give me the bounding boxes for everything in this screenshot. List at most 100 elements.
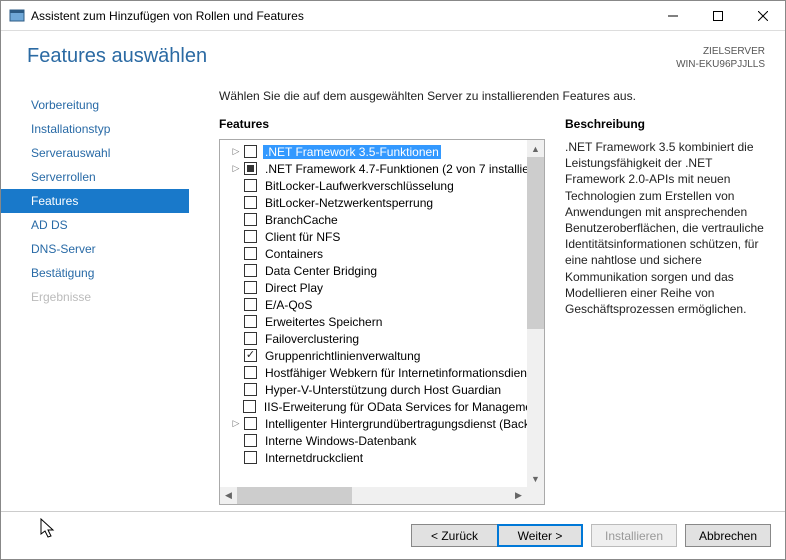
target-server-label: ZIELSERVER <box>676 45 765 58</box>
feature-checkbox[interactable] <box>244 383 257 396</box>
step-vorbereitung[interactable]: Vorbereitung <box>1 93 189 117</box>
hscroll-thumb[interactable] <box>237 487 352 504</box>
feature-row[interactable]: Internetdruckclient <box>220 449 544 466</box>
feature-row[interactable]: Hyper-V-Unterstützung durch Host Guardia… <box>220 381 544 398</box>
minimize-button[interactable] <box>650 1 695 31</box>
feature-row[interactable]: Client für NFS <box>220 228 544 245</box>
feature-label[interactable]: IIS-Erweiterung für OData Services for M… <box>262 400 544 414</box>
feature-row[interactable]: Containers <box>220 245 544 262</box>
wizard-steps-sidebar: Vorbereitung Installationstyp Serverausw… <box>1 89 189 505</box>
features-heading: Features <box>219 117 545 131</box>
description-column: Beschreibung .NET Framework 3.5 kombinie… <box>565 117 765 505</box>
feature-checkbox[interactable] <box>244 230 257 243</box>
expander-icon[interactable]: ▷ <box>230 418 242 429</box>
feature-row[interactable]: ▷ .NET Framework 3.5-Funktionen <box>220 143 544 160</box>
expander-icon[interactable]: ▷ <box>230 163 242 174</box>
feature-label[interactable]: Containers <box>263 247 325 261</box>
feature-row[interactable]: Data Center Bridging <box>220 262 544 279</box>
feature-checkbox[interactable] <box>244 298 257 311</box>
vscroll-track[interactable] <box>527 157 544 470</box>
feature-row[interactable]: Failoverclustering <box>220 330 544 347</box>
feature-checkbox[interactable] <box>244 247 257 260</box>
scroll-down-arrow-icon[interactable]: ▼ <box>527 470 544 487</box>
feature-checkbox[interactable] <box>244 332 257 345</box>
feature-row[interactable]: Hostfähiger Webkern für Internetinformat… <box>220 364 544 381</box>
vertical-scrollbar[interactable]: ▲ ▼ <box>527 140 544 487</box>
feature-label[interactable]: .NET Framework 4.7-Funktionen (2 von 7 i… <box>263 162 542 176</box>
feature-label[interactable]: Failoverclustering <box>263 332 361 346</box>
expander-icon[interactable]: ▷ <box>230 146 242 157</box>
step-dns[interactable]: DNS-Server <box>1 237 189 261</box>
feature-label[interactable]: Data Center Bridging <box>263 264 379 278</box>
features-column: Features ▷.NET Framework 3.5-Funktionen▷… <box>219 117 545 505</box>
feature-checkbox[interactable] <box>244 162 257 175</box>
feature-row[interactable]: BitLocker-Laufwerkverschlüsselung <box>220 177 544 194</box>
description-heading: Beschreibung <box>565 117 765 131</box>
feature-label[interactable]: E/A-QoS <box>263 298 314 312</box>
install-button: Installieren <box>591 524 677 547</box>
step-installationstyp[interactable]: Installationstyp <box>1 117 189 141</box>
scroll-right-arrow-icon[interactable]: ▶ <box>510 487 527 504</box>
columns: Features ▷.NET Framework 3.5-Funktionen▷… <box>189 117 765 505</box>
feature-label[interactable]: Intelligenter Hintergrundübertragungsdie… <box>263 417 532 431</box>
feature-checkbox[interactable] <box>243 400 256 413</box>
feature-label[interactable]: BitLocker-Netzwerkentsperrung <box>263 196 435 210</box>
wizard-window: Assistent zum Hinzufügen von Rollen und … <box>0 0 786 560</box>
feature-label[interactable]: Erweitertes Speichern <box>263 315 384 329</box>
feature-checkbox[interactable] <box>244 366 257 379</box>
feature-label[interactable]: BitLocker-Laufwerkverschlüsselung <box>263 179 456 193</box>
feature-row[interactable]: Interne Windows-Datenbank <box>220 432 544 449</box>
horizontal-scrollbar[interactable]: ◀ ▶ <box>220 487 544 504</box>
feature-checkbox[interactable] <box>244 451 257 464</box>
feature-row[interactable]: BranchCache <box>220 211 544 228</box>
feature-checkbox[interactable] <box>244 264 257 277</box>
feature-row[interactable]: Erweitertes Speichern <box>220 313 544 330</box>
feature-row[interactable]: ▷ .NET Framework 4.7-Funktionen (2 von 7 … <box>220 160 544 177</box>
feature-row[interactable]: IIS-Erweiterung für OData Services for M… <box>220 398 544 415</box>
feature-row[interactable]: BitLocker-Netzwerkentsperrung <box>220 194 544 211</box>
step-ergebnisse: Ergebnisse <box>1 285 189 309</box>
target-server-info: ZIELSERVER WIN-EKU96PJJLLS <box>676 45 765 71</box>
feature-label[interactable]: Direct Play <box>263 281 325 295</box>
vscroll-thumb[interactable] <box>527 157 544 329</box>
maximize-button[interactable] <box>695 1 740 31</box>
scroll-left-arrow-icon[interactable]: ◀ <box>220 487 237 504</box>
feature-label[interactable]: Client für NFS <box>263 230 342 244</box>
feature-checkbox[interactable] <box>244 281 257 294</box>
feature-label[interactable]: BranchCache <box>263 213 340 227</box>
back-button[interactable]: < Zurück <box>411 524 497 547</box>
feature-label[interactable]: .NET Framework 3.5-Funktionen <box>263 145 441 159</box>
feature-checkbox[interactable] <box>244 213 257 226</box>
nav-button-pair: < Zurück Weiter > <box>411 524 583 547</box>
step-bestaetigung[interactable]: Bestätigung <box>1 261 189 285</box>
scroll-up-arrow-icon[interactable]: ▲ <box>527 140 544 157</box>
step-serverrollen[interactable]: Serverrollen <box>1 165 189 189</box>
step-serverauswahl[interactable]: Serverauswahl <box>1 141 189 165</box>
feature-checkbox[interactable] <box>244 196 257 209</box>
cancel-button[interactable]: Abbrechen <box>685 524 771 547</box>
feature-checkbox[interactable] <box>244 417 257 430</box>
feature-checkbox[interactable] <box>244 349 257 362</box>
feature-label[interactable]: Internetdruckclient <box>263 451 365 465</box>
step-features[interactable]: Features <box>1 189 189 213</box>
feature-checkbox[interactable] <box>244 315 257 328</box>
feature-row[interactable]: Gruppenrichtlinienverwaltung <box>220 347 544 364</box>
feature-label[interactable]: Hostfähiger Webkern für Internetinformat… <box>263 366 529 380</box>
feature-row[interactable]: ▷ Intelligenter Hintergrundübertragungsdi… <box>220 415 544 432</box>
features-tree-inner[interactable]: ▷ .NET Framework 3.5-Funktionen ▷ .NET Fram… <box>220 140 544 487</box>
wizard-header: Features auswählen ZIELSERVER WIN-EKU96P… <box>1 31 785 81</box>
feature-label[interactable]: Hyper-V-Unterstützung durch Host Guardia… <box>263 383 503 397</box>
feature-checkbox[interactable] <box>244 434 257 447</box>
next-button[interactable]: Weiter > <box>497 524 583 547</box>
feature-label[interactable]: Interne Windows-Datenbank <box>263 434 418 448</box>
feature-checkbox[interactable] <box>244 179 257 192</box>
wizard-footer: < Zurück Weiter > Installieren Abbrechen <box>1 511 785 559</box>
app-icon <box>9 8 25 24</box>
feature-row[interactable]: E/A-QoS <box>220 296 544 313</box>
feature-checkbox[interactable] <box>244 145 257 158</box>
feature-row[interactable]: Direct Play <box>220 279 544 296</box>
hscroll-track[interactable] <box>237 487 510 504</box>
step-adds[interactable]: AD DS <box>1 213 189 237</box>
feature-label[interactable]: Gruppenrichtlinienverwaltung <box>263 349 422 363</box>
close-button[interactable] <box>740 1 785 31</box>
